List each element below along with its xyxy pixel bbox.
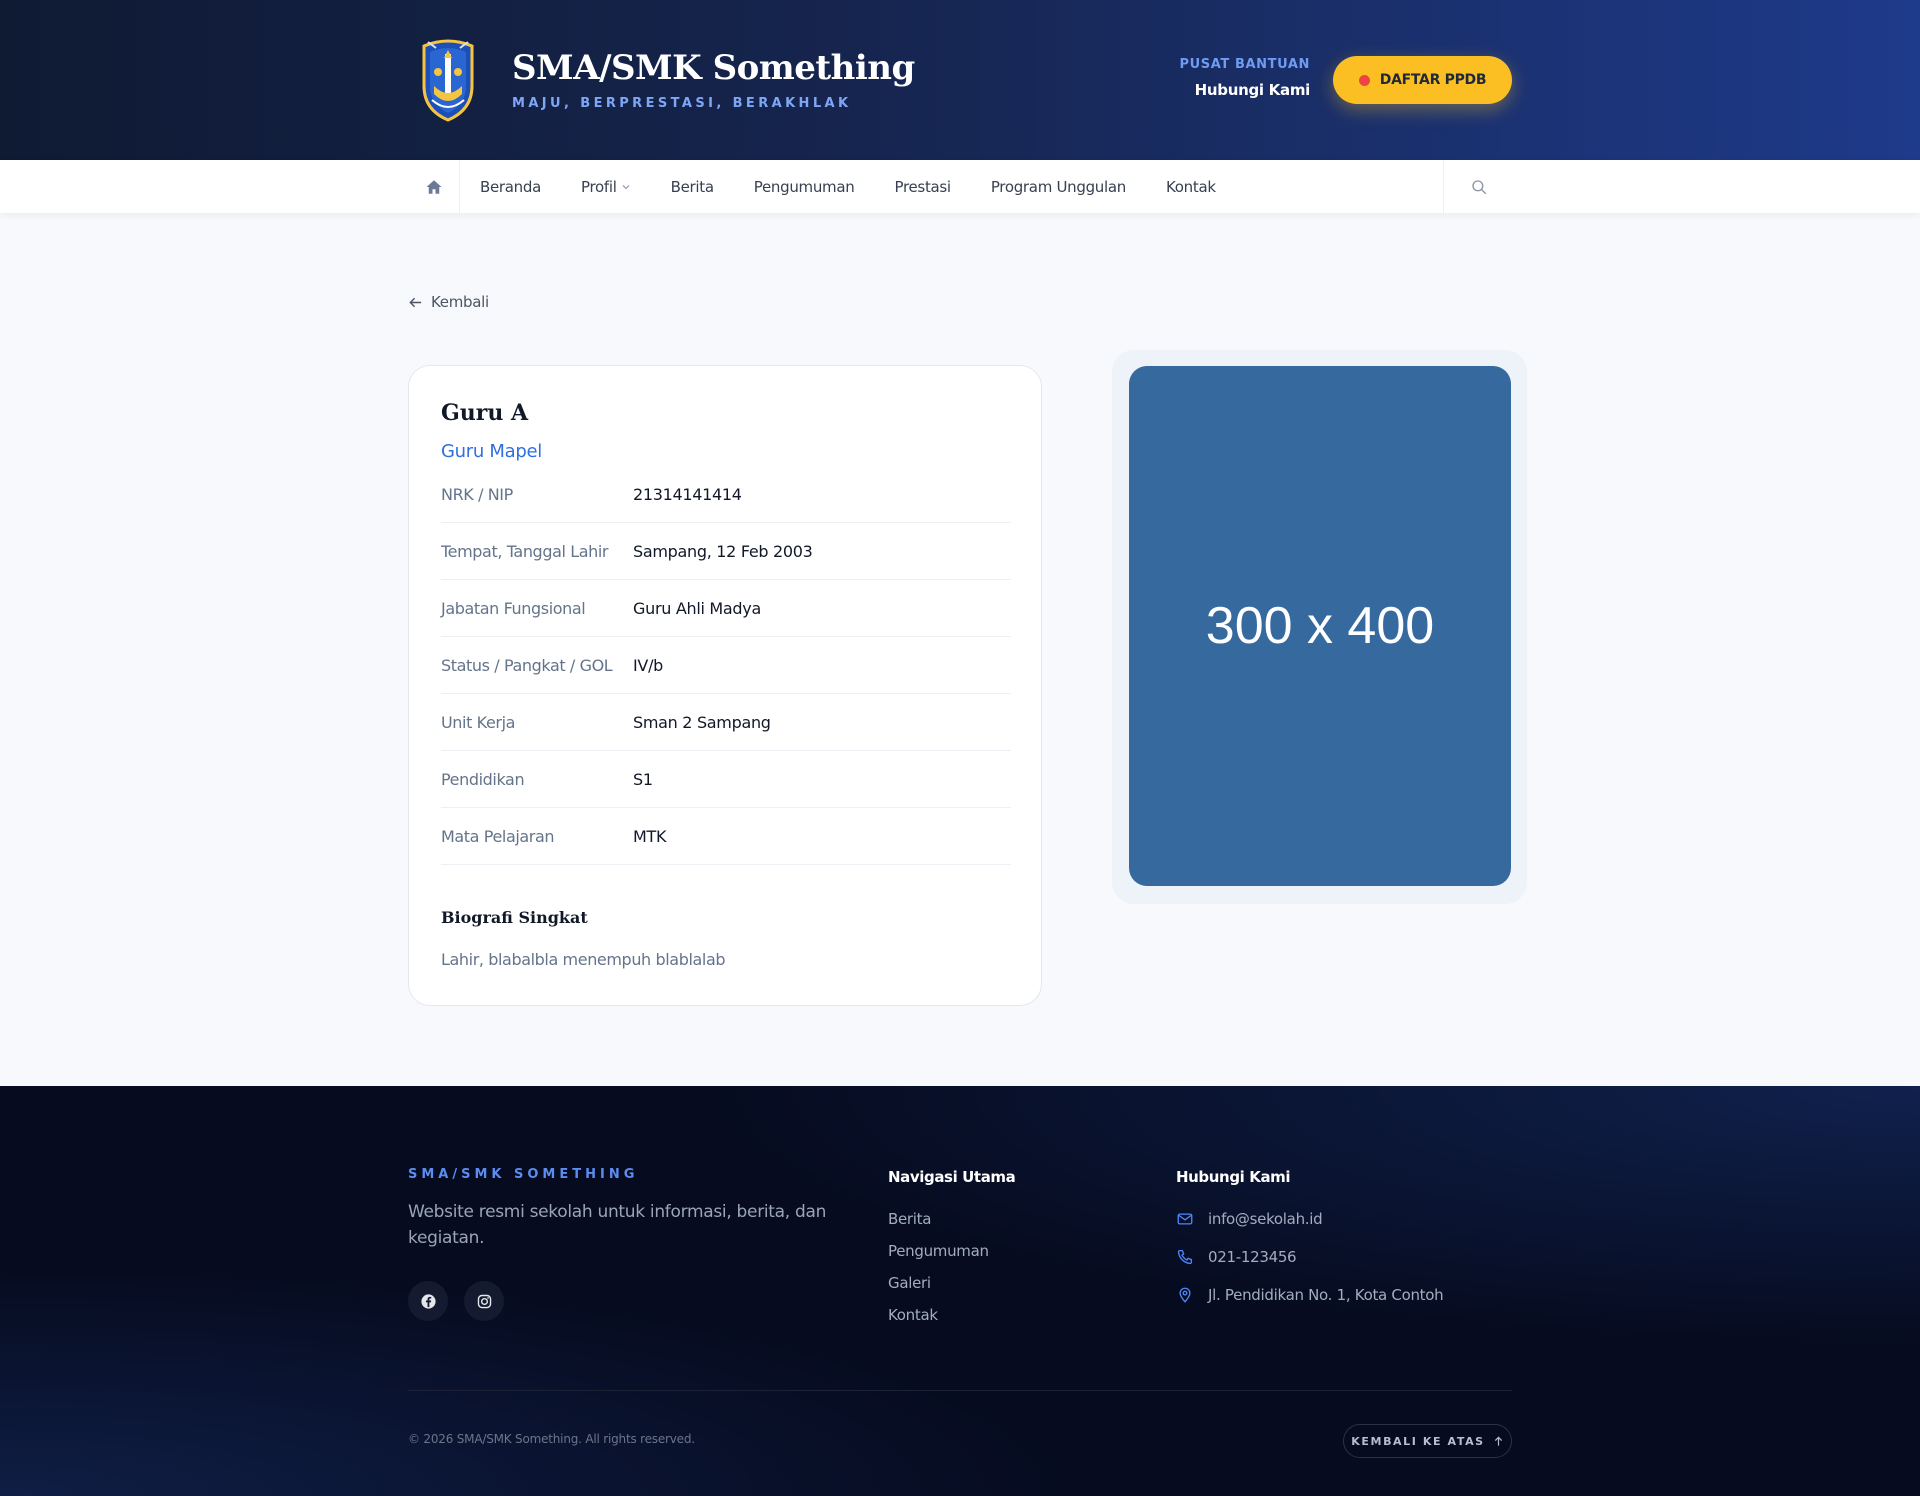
info-row-education: Pendidikan S1	[441, 751, 1011, 808]
site-title[interactable]: SMA/SMK Something	[512, 48, 915, 88]
nav-item-profil[interactable]: Profil	[561, 178, 651, 196]
nav-item-kontak[interactable]: Kontak	[1146, 178, 1236, 196]
facebook-icon[interactable]	[408, 1281, 448, 1321]
info-value: IV/b	[633, 655, 664, 675]
info-label: Jabatan Fungsional	[441, 598, 586, 618]
back-link[interactable]: Kembali	[408, 293, 489, 311]
contact-phone[interactable]: 021-123456	[1176, 1248, 1443, 1286]
teacher-name: Guru A	[441, 400, 529, 426]
main-navbar: Beranda Profil Berita Pengumuman Prestas…	[0, 160, 1920, 213]
info-label: Tempat, Tanggal Lahir	[441, 541, 609, 561]
arrow-up-icon	[1494, 1436, 1502, 1446]
info-row-rank: Status / Pangkat / GOL IV/b	[441, 637, 1011, 694]
teacher-photo-frame: 300 x 400	[1112, 350, 1527, 904]
footer-nav-title: Navigasi Utama	[888, 1168, 1016, 1186]
nav-item-pengumuman[interactable]: Pengumuman	[734, 178, 875, 196]
home-icon[interactable]	[408, 160, 460, 213]
instagram-icon[interactable]	[464, 1281, 504, 1321]
back-to-top-button[interactable]: KEMBALI KE ATAS	[1343, 1424, 1512, 1458]
footer-contact-list: info@sekolah.id 021-123456 Jl. Pendidika…	[1176, 1210, 1444, 1324]
teacher-photo-placeholder: 300 x 400	[1129, 366, 1511, 886]
contact-email[interactable]: info@sekolah.id	[1176, 1210, 1443, 1248]
info-value: S1	[633, 769, 653, 789]
footer-link-galeri[interactable]: Galeri	[888, 1274, 989, 1306]
nav-item-program-unggulan[interactable]: Program Unggulan	[971, 178, 1146, 196]
teacher-role: Guru Mapel	[441, 441, 542, 462]
help-center-label: PUSAT BANTUAN	[1179, 57, 1310, 72]
chevron-down-icon	[622, 184, 630, 189]
teacher-detail-card: Guru A Guru Mapel NRK / NIP 21314141414 …	[408, 365, 1042, 1006]
footer-link-pengumuman[interactable]: Pengumuman	[888, 1242, 989, 1274]
info-row-work-unit: Unit Kerja Sman 2 Sampang	[441, 694, 1011, 751]
info-row-functional-position: Jabatan Fungsional Guru Ahli Madya	[441, 580, 1011, 637]
register-ppdb-label: DAFTAR PPDB	[1379, 72, 1487, 88]
site-header: SMA/SMK Something MAJU, BERPRESTASI, BER…	[0, 0, 1920, 160]
search-icon[interactable]	[1443, 160, 1513, 213]
info-label: NRK / NIP	[441, 484, 513, 504]
info-row-birth: Tempat, Tanggal Lahir Sampang, 12 Feb 20…	[441, 523, 1011, 580]
info-value: Sampang, 12 Feb 2003	[633, 541, 813, 561]
nav-menu: Beranda Profil Berita Pengumuman Prestas…	[460, 160, 1236, 213]
nav-item-berita[interactable]: Berita	[651, 178, 734, 196]
contact-address: Jl. Pendidikan No. 1, Kota Contoh	[1176, 1286, 1444, 1324]
copyright-text: © 2026 SMA/SMK Something. All rights res…	[408, 1432, 695, 1446]
phone-icon	[1177, 1249, 1193, 1265]
back-label: Kembali	[431, 293, 489, 311]
back-to-top-label: KEMBALI KE ATAS	[1351, 1434, 1485, 1448]
info-label: Unit Kerja	[441, 712, 516, 732]
contact-us-link[interactable]: Hubungi Kami	[1195, 81, 1311, 99]
footer-divider	[408, 1390, 1512, 1391]
footer-link-kontak[interactable]: Kontak	[888, 1306, 989, 1338]
bio-title: Biografi Singkat	[441, 908, 588, 927]
arrow-left-icon	[409, 297, 422, 307]
teacher-info-table: NRK / NIP 21314141414 Tempat, Tanggal La…	[441, 466, 1011, 865]
nav-item-prestasi[interactable]: Prestasi	[874, 178, 970, 196]
bio-text: Lahir, blabalbla menempuh blablalab	[441, 950, 726, 969]
info-label: Status / Pangkat / GOL	[441, 655, 613, 675]
school-crest-icon[interactable]	[416, 36, 480, 124]
footer-contact-title: Hubungi Kami	[1176, 1168, 1291, 1186]
info-value: Sman 2 Sampang	[633, 712, 771, 732]
info-value: MTK	[633, 826, 667, 846]
info-value: Guru Ahli Madya	[633, 598, 761, 618]
status-dot-icon	[1358, 74, 1370, 86]
info-row-nip: NRK / NIP 21314141414	[441, 466, 1011, 523]
footer-link-berita[interactable]: Berita	[888, 1210, 989, 1242]
mail-icon	[1177, 1213, 1193, 1225]
footer-description: Website resmi sekolah untuk informasi, b…	[408, 1202, 827, 1248]
info-value: 21314141414	[633, 484, 742, 504]
site-footer: SMA/SMK SOMETHING Website resmi sekolah …	[0, 1086, 1920, 1496]
info-label: Pendidikan	[441, 769, 525, 789]
info-label: Mata Pelajaran	[441, 826, 555, 846]
info-row-subject: Mata Pelajaran MTK	[441, 808, 1011, 865]
location-pin-icon	[1179, 1287, 1191, 1303]
footer-brand: SMA/SMK SOMETHING	[408, 1167, 639, 1182]
site-tagline: MAJU, BERPRESTASI, BERAKHLAK	[512, 96, 852, 111]
footer-nav-list: Berita Pengumuman Galeri Kontak	[888, 1210, 989, 1338]
register-ppdb-button[interactable]: DAFTAR PPDB	[1333, 56, 1512, 104]
nav-item-beranda[interactable]: Beranda	[460, 178, 561, 196]
